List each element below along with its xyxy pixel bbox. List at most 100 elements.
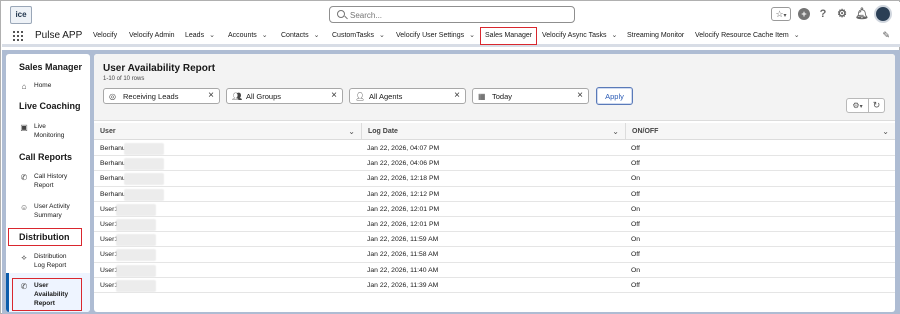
date-filter[interactable]: ▦ Today × [472, 88, 589, 104]
app-launcher-icon[interactable] [13, 31, 23, 41]
clear-group-icon[interactable]: × [331, 91, 337, 101]
table-row: Berhanu Jan 22, 2026, 04:07 PM Off [94, 141, 895, 157]
campaign-icon: ◎ [109, 92, 116, 101]
row-count: 1-10 of 10 rows [103, 76, 145, 82]
table-row: Berhanu Jan 22, 2026, 12:12 PM Off [94, 187, 895, 202]
report-card: User Availability Report 1-10 of 10 rows… [94, 54, 895, 312]
chevron-down-icon[interactable]: ⌄ [794, 27, 800, 45]
app-frame: ice ☆▾ + ? ⚙ 🔔︎ Pulse APP Velocify Veloci… [0, 0, 900, 314]
sidebar-item-user-activity-summary[interactable]: ☺ User Activity Summary [20, 202, 82, 220]
cell-status: Off [631, 281, 640, 289]
group-filter[interactable]: 👥︎ All Groups × [226, 88, 343, 104]
sidebar-item-user-availability-report[interactable]: ✆ User Availability Report [20, 281, 82, 308]
header-utilities: ☆▾ + ? ⚙ 🔔︎ [771, 5, 892, 23]
search-input[interactable] [350, 9, 565, 21]
global-header: ice ☆▾ + ? ⚙ 🔔︎ [2, 2, 900, 27]
nav-item-label: Sales Manager [485, 32, 533, 39]
cell-user: User1 [100, 205, 119, 213]
nav-item-leads[interactable]: Leads ⌄ [185, 27, 215, 45]
cell-log-date: Jan 22, 2026, 04:07 PM [367, 145, 440, 152]
app-logo[interactable]: ice [10, 6, 32, 24]
help-icon[interactable]: ? [817, 8, 829, 20]
column-header-on-off[interactable]: ON/OFF ⌄ [625, 123, 895, 140]
cell-status: Off [631, 251, 640, 259]
nav-item-velocify-async-tasks[interactable]: Velocify Async Tasks ⌄ [542, 27, 617, 45]
agent-filter[interactable]: 👤︎ All Agents × [349, 88, 466, 104]
nav-item-streaming-monitor[interactable]: Streaming Monitor [627, 27, 684, 45]
table-row: Berhanu Jan 22, 2026, 12:18 PM On [94, 171, 895, 187]
cell-user: User1 [100, 220, 119, 228]
sidebar-item-distribution-log-report[interactable]: ⟡ Distribution Log Report [20, 252, 82, 270]
nav-item-velocify[interactable]: Velocify [93, 27, 117, 45]
apply-button[interactable]: Apply [596, 87, 633, 105]
share-icon: ⟡ [21, 253, 27, 262]
global-search[interactable] [329, 6, 575, 23]
cell-status: Off [631, 160, 640, 168]
gear-icon[interactable]: ⚙ [836, 8, 848, 20]
sidebar-item-live-monitoring[interactable]: ▣ Live Monitoring [20, 122, 82, 140]
redacted-name [124, 188, 164, 201]
sidebar-item-label: Call History Report [34, 173, 68, 189]
column-header-user[interactable]: User ⌄ [94, 123, 361, 140]
sidebar: Sales Manager ⌂ Home Live Coaching ▣ Liv… [6, 54, 90, 312]
nav-item-velocify-admin[interactable]: Velocify Admin [129, 27, 175, 45]
phone-icon: ✆ [20, 173, 28, 182]
chevron-down-icon[interactable]: ⌄ [209, 27, 215, 45]
table-row: User1 Jan 22, 2026, 12:01 PM Off [94, 217, 895, 233]
table-row: User1 Jan 22, 2026, 11:39 AM Off [94, 278, 895, 293]
table-header: User ⌄ Log Date ⌄ ON/OFF ⌄ [94, 123, 895, 140]
table-row: User1 Jan 22, 2026, 11:40 AM On [94, 263, 895, 278]
refresh-button[interactable]: ↻ [869, 98, 885, 113]
refresh-icon: ↻ [872, 100, 881, 110]
nav-item-label: Contacts [281, 32, 309, 39]
cell-user: Berhanu [100, 160, 126, 168]
clear-campaign-icon[interactable]: × [208, 91, 214, 101]
cell-user: User1 [100, 251, 119, 259]
cell-status: Off [631, 190, 640, 198]
report-header: User Availability Report 1-10 of 10 rows… [94, 54, 895, 121]
chevron-down-icon[interactable]: ⌄ [469, 27, 475, 45]
avatar[interactable] [874, 5, 892, 23]
nav-item-label: Velocify Resource Cache Item [695, 32, 789, 39]
user-icon: ☺ [20, 203, 29, 212]
group-filter-value: All Groups [246, 92, 282, 101]
nav-item-label: Velocify Async Tasks [542, 32, 607, 39]
chevron-down-icon[interactable]: ⌄ [379, 27, 385, 45]
nav-item-label: Velocify Admin [129, 32, 175, 39]
app-name: Pulse APP [35, 30, 83, 41]
chevron-down-icon[interactable]: ⌄ [314, 27, 320, 45]
cell-status: Off [631, 220, 640, 228]
clear-agent-icon[interactable]: × [454, 91, 460, 101]
nav-item-velocify-user-settings[interactable]: Velocify User Settings ⌄ [396, 27, 475, 45]
settings-menu-button[interactable]: ⚙▾ [846, 98, 869, 113]
cell-log-date: Jan 22, 2026, 12:01 PM [367, 205, 440, 213]
nav-bar: Pulse APP Velocify Velocify Admin Leads ⌄ Ac… [2, 27, 900, 47]
sidebar-item-home[interactable]: ⌂ Home [20, 81, 52, 91]
nav-item-contacts[interactable]: Contacts ⌄ [281, 27, 320, 45]
calendar-icon: ▦ [478, 92, 486, 101]
gear-icon: ⚙ [852, 101, 860, 110]
redacted-name [116, 203, 156, 216]
campaign-filter[interactable]: ◎ Receiving Leads × [103, 88, 220, 104]
campaign-filter-value: Receiving Leads [123, 92, 179, 101]
chevron-down-icon[interactable]: ⌄ [262, 27, 268, 45]
clear-date-icon[interactable]: × [577, 91, 583, 101]
column-header-log-date[interactable]: Log Date ⌄ [361, 123, 625, 140]
sidebar-item-call-history-report[interactable]: ✆ Call History Report [20, 172, 82, 190]
redacted-name [116, 264, 156, 277]
favorites-star-icon[interactable]: ☆▾ [771, 7, 791, 21]
chevron-down-icon[interactable]: ⌄ [611, 27, 617, 45]
phone-icon: ✆ [20, 282, 28, 291]
plus-icon[interactable]: + [798, 8, 810, 20]
cell-status: On [631, 205, 641, 213]
nav-item-customtasks[interactable]: CustomTasks ⌄ [332, 27, 385, 45]
nav-item-accounts[interactable]: Accounts ⌄ [228, 27, 268, 45]
nav-item-velocify-resource-cache-item[interactable]: Velocify Resource Cache Item ⌄ [695, 27, 800, 45]
cell-user: User1 [100, 281, 119, 289]
nav-item-sales-manager[interactable]: Sales Manager [480, 27, 538, 45]
date-filter-value: Today [492, 92, 513, 101]
home-icon: ⌂ [21, 82, 27, 91]
redacted-name [124, 158, 164, 171]
bell-icon[interactable]: 🔔︎ [855, 8, 869, 20]
edit-nav-icon[interactable]: ✎ [882, 30, 890, 41]
